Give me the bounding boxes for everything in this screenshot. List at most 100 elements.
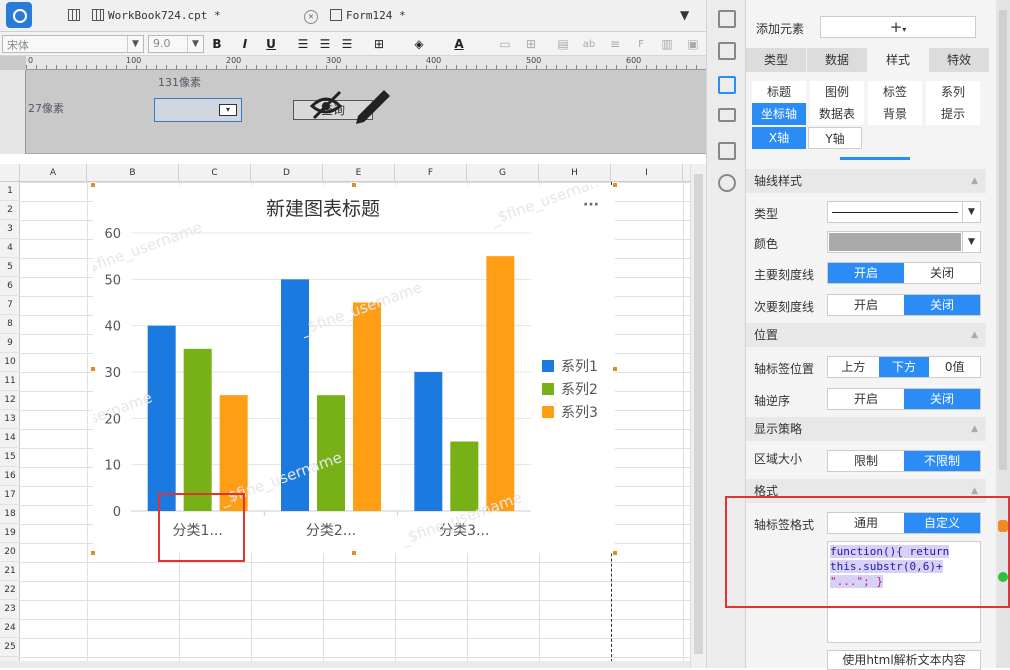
hidden-edit-icon[interactable] [306, 84, 396, 124]
region-size-toggle[interactable]: 限制 不限制 [827, 450, 981, 472]
fill-color-icon[interactable]: ◈ [410, 36, 428, 53]
formula-icon[interactable]: F [632, 36, 650, 53]
resize-handle[interactable] [612, 182, 618, 188]
row-header[interactable]: 5 [0, 258, 20, 277]
option-on[interactable]: 开启 [828, 389, 904, 409]
close-icon[interactable]: ✕ [304, 10, 318, 24]
option-off[interactable]: 关闭 [904, 263, 980, 283]
row-header[interactable]: 14 [0, 429, 20, 448]
section-axis-style[interactable]: 轴线样式 ▲ [746, 169, 986, 193]
line-color-select[interactable]: ▼ [827, 231, 981, 253]
tab-menu-icon[interactable]: ▼ [680, 8, 689, 22]
add-element-button[interactable]: +▾ [820, 16, 976, 38]
scrollbar-thumb[interactable] [694, 174, 703, 654]
subtab-background[interactable]: 背景 [868, 103, 922, 125]
subtab-label[interactable]: 标签 [868, 81, 922, 103]
column-header[interactable]: C [179, 164, 251, 182]
resize-handle[interactable] [612, 550, 618, 556]
chart-insert-icon[interactable]: ▥ [658, 36, 676, 53]
chart-attributes-icon[interactable] [718, 76, 736, 94]
option-top[interactable]: 上方 [828, 357, 879, 377]
column-header[interactable]: H [539, 164, 611, 182]
resize-handle[interactable] [612, 366, 618, 372]
column-header[interactable]: G [467, 164, 539, 182]
insert-row-icon[interactable]: ▤ [554, 36, 572, 53]
row-header[interactable]: 12 [0, 391, 20, 410]
hyperlink-icon[interactable] [718, 174, 736, 192]
row-header[interactable]: 11 [0, 372, 20, 391]
reverse-toggle[interactable]: 开启 关闭 [827, 388, 981, 410]
major-tick-toggle[interactable]: 开启 关闭 [827, 262, 981, 284]
tab-effects[interactable]: 特效 [929, 48, 989, 72]
tab-style[interactable]: 样式 [868, 48, 928, 72]
option-on[interactable]: 开启 [828, 263, 904, 283]
row-header[interactable]: 15 [0, 448, 20, 467]
subtab-series[interactable]: 系列 [926, 81, 980, 103]
row-header[interactable]: 4 [0, 239, 20, 258]
tab-y-axis[interactable]: Y轴 [808, 127, 862, 149]
italic-button[interactable]: I [236, 36, 254, 53]
row-header[interactable]: 16 [0, 467, 20, 486]
tab-form[interactable]: Form124 * [324, 4, 556, 30]
font-name-select[interactable]: 宋体 ▼ [2, 35, 144, 53]
tab-type[interactable]: 类型 [746, 48, 806, 72]
section-position[interactable]: 位置 ▲ [746, 323, 986, 347]
row-header[interactable]: 24 [0, 619, 20, 638]
resize-handle[interactable] [351, 550, 357, 556]
row-header[interactable]: 7 [0, 296, 20, 315]
resize-handle[interactable] [90, 550, 96, 556]
row-header[interactable]: 21 [0, 562, 20, 581]
row-header[interactable]: 13 [0, 410, 20, 429]
align-right-icon[interactable]: ☰ [338, 36, 356, 53]
html-parse-checkbox[interactable]: 使用html解析文本内容 [827, 650, 981, 670]
date-picker-widget[interactable]: ▾ [154, 98, 242, 122]
row-header[interactable]: 22 [0, 581, 20, 600]
font-size-select[interactable]: 9.0 ▼ [148, 35, 204, 53]
option-limit[interactable]: 限制 [828, 451, 904, 471]
border-icon[interactable]: ⊞ [370, 36, 388, 53]
row-header[interactable]: 8 [0, 315, 20, 334]
select-all-corner[interactable] [0, 164, 20, 182]
row-header[interactable]: 20 [0, 543, 20, 562]
row-header[interactable]: 18 [0, 505, 20, 524]
resize-handle[interactable] [351, 182, 357, 188]
row-header[interactable]: 23 [0, 600, 20, 619]
underline-button[interactable]: U [262, 36, 280, 53]
horizontal-scrollbar[interactable] [0, 661, 690, 668]
line-type-select[interactable]: ▼ [827, 201, 981, 223]
text-ab-icon[interactable]: ab [580, 36, 598, 53]
bold-button[interactable]: B [208, 36, 226, 53]
row-header[interactable]: 6 [0, 277, 20, 296]
subtab-datasheet[interactable]: 数据表 [810, 103, 864, 125]
row-header[interactable]: 10 [0, 353, 20, 372]
option-on[interactable]: 开启 [828, 295, 904, 315]
dropdown-arrow-icon[interactable]: ▾ [219, 104, 237, 116]
row-header[interactable]: 19 [0, 524, 20, 543]
tab-x-axis[interactable]: X轴 [752, 127, 806, 149]
column-header[interactable]: B [87, 164, 179, 182]
widget-settings-icon[interactable] [718, 108, 736, 122]
row-header[interactable]: 3 [0, 220, 20, 239]
minor-tick-toggle[interactable]: 开启 关闭 [827, 294, 981, 316]
tab-workbook[interactable]: WorkBook724.cpt * ✕ [86, 4, 322, 30]
subtab-axis[interactable]: 坐标轴 [752, 103, 806, 125]
section-display-strategy[interactable]: 显示策略 ▲ [746, 417, 986, 441]
column-header[interactable]: D [251, 164, 323, 182]
font-color-icon[interactable]: A [450, 36, 468, 53]
align-left-icon[interactable]: ☰ [294, 36, 312, 53]
row-header[interactable]: 25 [0, 638, 20, 657]
form-widget-list-icon[interactable] [718, 142, 736, 160]
column-header[interactable]: I [611, 164, 683, 182]
align-center-icon[interactable]: ☰ [316, 36, 334, 53]
grid-view-icon[interactable] [62, 4, 84, 30]
column-header[interactable]: A [20, 164, 87, 182]
option-off[interactable]: 关闭 [904, 389, 980, 409]
option-no-limit[interactable]: 不限制 [904, 451, 980, 471]
tab-data[interactable]: 数据 [807, 48, 867, 72]
option-off[interactable]: 关闭 [904, 295, 980, 315]
resize-handle[interactable] [90, 182, 96, 188]
row-header[interactable]: 1 [0, 182, 20, 201]
option-bottom[interactable]: 下方 [878, 357, 930, 377]
subtab-title[interactable]: 标题 [752, 81, 806, 103]
column-header[interactable]: F [395, 164, 467, 182]
